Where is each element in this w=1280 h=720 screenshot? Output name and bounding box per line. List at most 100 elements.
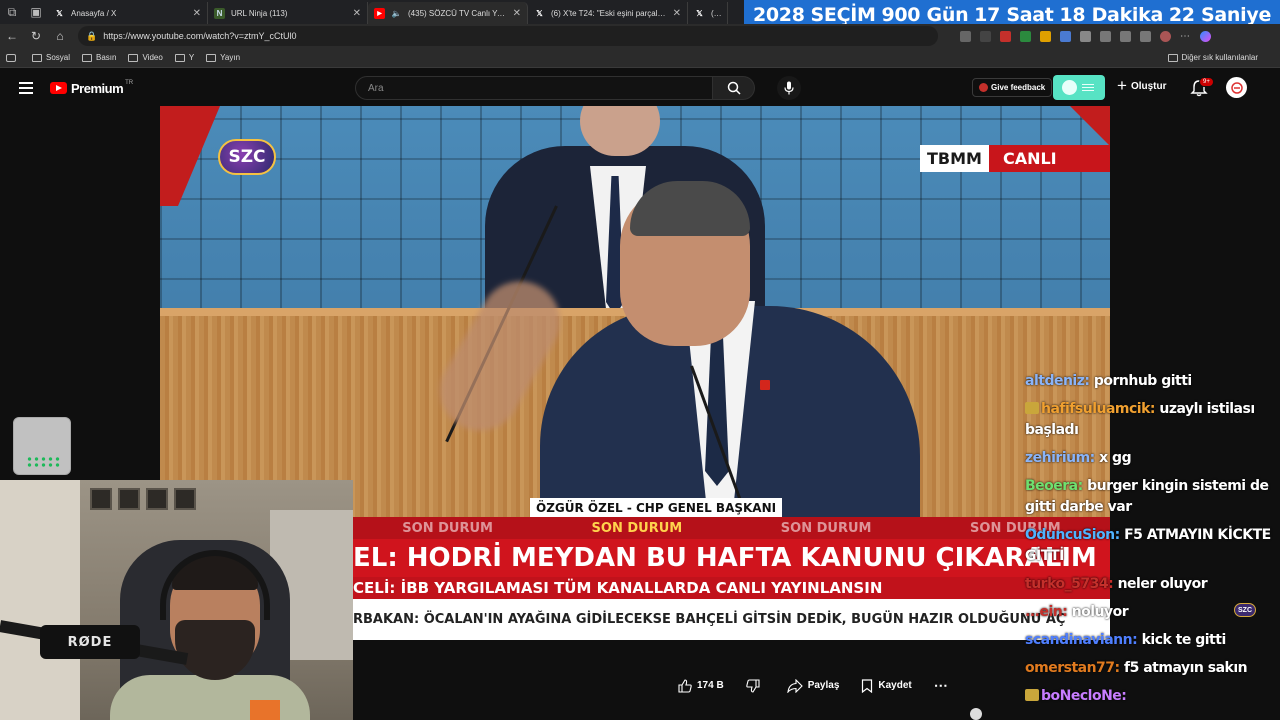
menu-icon[interactable] <box>19 82 33 94</box>
chat-username[interactable]: scandinaviann <box>1025 632 1133 648</box>
wall-photo <box>174 488 196 510</box>
headline-text: EL: HODRİ MEYDAN BU HAFTA KANUNU ÇIKARAL… <box>353 543 1097 573</box>
subhead-text: CELİ: İBB YARGILAMASI TÜM KANALLARDA CAN… <box>353 579 883 597</box>
workspaces-icon[interactable]: ⧉ <box>0 0 24 24</box>
bookmark-folder[interactable]: Yayın <box>206 53 240 62</box>
live-label: CANLI <box>988 145 1110 172</box>
chat-separator: : <box>1084 373 1094 389</box>
share-button[interactable]: Paylaş <box>787 678 839 693</box>
chat-message: boNecloNe: <box>1025 686 1280 707</box>
chat-message: scandinaviann: kick te gitti <box>1025 630 1280 651</box>
chat-separator: : <box>1108 576 1118 592</box>
microphone: RØDE <box>40 625 140 659</box>
extension-toggle-button[interactable] <box>1053 75 1105 100</box>
chat-username[interactable]: zehirium <box>1025 450 1090 466</box>
favorites-icon[interactable] <box>1120 30 1131 42</box>
split-screen-icon[interactable] <box>1100 30 1111 42</box>
give-feedback-button[interactable]: Give feedback <box>972 78 1053 97</box>
channel-logo-text: SZC <box>228 147 266 167</box>
avatar-icon <box>970 708 982 720</box>
toggle-knob-icon <box>1062 80 1077 95</box>
extension-icon[interactable] <box>1020 30 1031 42</box>
tab-actions-icon[interactable]: ▣ <box>24 0 48 24</box>
close-icon[interactable]: ✕ <box>673 8 681 19</box>
chat-separator: : <box>1121 688 1127 704</box>
collections-icon[interactable] <box>1140 30 1151 42</box>
folder-icon <box>82 53 93 62</box>
youtube-play-icon <box>50 82 67 94</box>
chat-text: kick te gitti <box>1141 632 1227 648</box>
bookmark-folder[interactable]: Sosyal <box>32 53 70 62</box>
more-actions-button[interactable]: ⋯ <box>934 677 948 694</box>
plus-icon: + <box>1117 76 1127 95</box>
extension-icon[interactable] <box>1040 30 1051 42</box>
tab-title: URL Ninja (113) <box>231 8 288 18</box>
chat-text: noluyor <box>1071 604 1129 620</box>
home-icon[interactable]: ⌂ <box>48 29 72 43</box>
bottom-partial-row <box>940 708 1280 720</box>
bookmark-folder[interactable]: Y <box>174 53 194 62</box>
browser-tab[interactable]: N URL Ninja (113) ✕ <box>208 2 368 24</box>
share-icon <box>787 678 803 693</box>
bookmark-folder[interactable]: Video <box>128 53 163 62</box>
close-icon[interactable]: ✕ <box>513 8 521 19</box>
browser-tab-active[interactable]: ▶ 🔈 (435) SÖZCÜ TV Canlı Yayını ✕ <box>368 2 528 24</box>
tab-title: (6) X'te T24: "Eski eşini parçalayan <box>551 8 669 18</box>
url-field[interactable]: 🔒 https://www.youtube.com/watch?v=ztmY_c… <box>78 26 938 46</box>
close-icon[interactable]: ✕ <box>193 8 201 19</box>
chat-username[interactable]: boNecloNe <box>1041 688 1122 704</box>
address-bar-row: ← ↻ ⌂ 🔒 https://www.youtube.com/watch?v=… <box>0 24 1280 48</box>
chat-separator: : <box>1114 527 1125 543</box>
breaking-news-label: SON DURUM <box>780 520 872 536</box>
chat-username[interactable]: hafifsuluamcik <box>1041 401 1150 417</box>
dislike-button[interactable] <box>745 678 765 693</box>
youtube-logo[interactable]: Premium TR <box>50 80 133 96</box>
extension-icon[interactable] <box>1000 30 1011 42</box>
extension-icon[interactable] <box>1060 30 1071 42</box>
chat-message: hafifsuluamcik: uzaylı istilası başladı <box>1025 399 1280 441</box>
chat-message: OduncuSion: F5 ATMAYIN KİCKTE GİTTİ <box>1025 525 1280 567</box>
copilot-icon[interactable] <box>1200 30 1211 42</box>
youtube-header: Premium TR Give feedback + Oluştur 9+ <box>0 69 1280 107</box>
like-button[interactable]: 174 B <box>678 678 724 693</box>
browser-tab[interactable]: 𝕏 Anasayfa / X ✕ <box>48 2 208 24</box>
chat-text: neler oluyor <box>1117 576 1208 592</box>
voice-search-button[interactable] <box>777 76 801 100</box>
x-icon: 𝕏 <box>56 8 63 18</box>
chat-message: zehirium: x gg <box>1025 448 1280 469</box>
chat-username[interactable]: ...ein <box>1025 604 1063 620</box>
other-favorites[interactable]: Diğer sık kullanılanlar <box>1167 53 1258 62</box>
browser-tab[interactable]: 𝕏 (6) X'te <box>688 2 728 24</box>
tabs-icon <box>6 53 16 62</box>
back-icon[interactable]: ← <box>0 29 24 43</box>
extension-icon[interactable] <box>1080 30 1091 42</box>
chat-username[interactable]: OduncuSion <box>1025 527 1115 543</box>
more-icon[interactable]: ⋯ <box>1180 31 1191 42</box>
folder-icon <box>128 53 139 62</box>
chat-username[interactable]: omerstan77 <box>1025 660 1115 676</box>
extension-icon[interactable] <box>980 30 991 42</box>
search-icon <box>727 81 741 95</box>
breaking-news-bar: SON DURUM SON DURUM SON DURUM SON DURUM <box>353 517 1110 539</box>
browser-tab[interactable]: 𝕏 (6) X'te T24: "Eski eşini parçalayan ✕ <box>528 2 688 24</box>
create-button[interactable]: + Oluştur <box>1117 76 1167 95</box>
speaker-icon[interactable]: 🔈 <box>391 8 402 19</box>
reload-icon[interactable]: ↻ <box>24 29 48 43</box>
bookmark-folder[interactable]: Basın <box>82 53 116 62</box>
account-avatar[interactable] <box>1226 77 1247 98</box>
countdown-hours: 17 Saat <box>974 3 1054 26</box>
bookmark-tabs-icon[interactable] <box>6 53 20 62</box>
search-input[interactable] <box>355 76 713 100</box>
chat-username[interactable]: Beoera <box>1025 478 1078 494</box>
chat-separator: : <box>1149 401 1160 417</box>
wall-photo <box>146 488 168 510</box>
search-button[interactable] <box>713 76 755 100</box>
close-icon[interactable]: ✕ <box>353 8 361 19</box>
feedback-icon <box>979 83 988 92</box>
extension-icon[interactable] <box>960 30 971 42</box>
chat-username[interactable]: turko_5734 <box>1025 576 1109 592</box>
profile-avatar-icon[interactable] <box>1160 30 1171 42</box>
chat-username[interactable]: altdeniz <box>1025 373 1085 389</box>
lines-icon <box>1082 84 1094 91</box>
save-button[interactable]: Kaydet <box>861 678 912 693</box>
